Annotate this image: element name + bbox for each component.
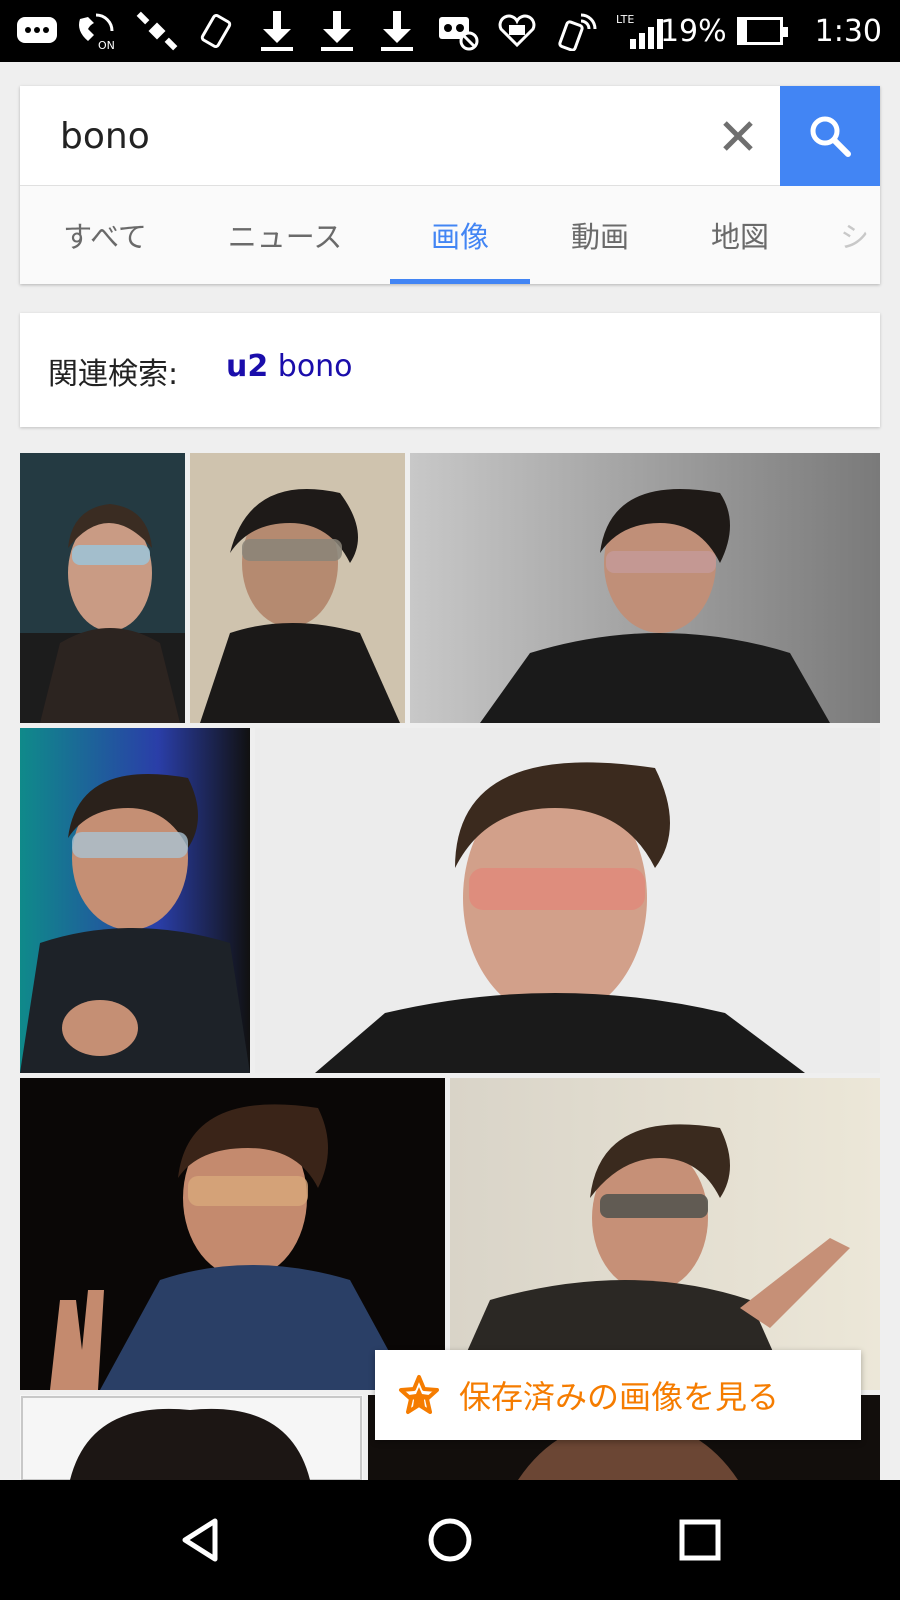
tab-news[interactable]: ニュース xyxy=(190,186,380,284)
related-search-rest: bono xyxy=(268,349,353,384)
heart-message-icon xyxy=(494,11,540,51)
satellite-icon xyxy=(134,11,180,51)
related-search-bold: u2 xyxy=(226,349,269,384)
image-result[interactable] xyxy=(20,728,250,1073)
star-icon xyxy=(399,1375,439,1414)
wifi-calling-on-icon: ON xyxy=(74,11,120,51)
back-icon xyxy=(182,1518,218,1562)
svg-text:ON: ON xyxy=(98,39,115,51)
battery-percent: 19% xyxy=(659,13,727,49)
home-icon xyxy=(428,1518,472,1562)
search-input[interactable] xyxy=(60,108,660,164)
image-result[interactable] xyxy=(20,453,185,723)
tab-more[interactable]: シ xyxy=(820,186,880,284)
back-button[interactable] xyxy=(170,1510,230,1570)
tab-maps[interactable]: 地図 xyxy=(670,186,810,284)
image-result[interactable] xyxy=(20,1395,363,1480)
image-result[interactable] xyxy=(20,1078,445,1390)
download-icon xyxy=(374,11,420,51)
search-icon xyxy=(810,116,851,157)
tab-videos[interactable]: 動画 xyxy=(530,186,670,284)
saved-images-button[interactable]: 保存済みの画像を見る xyxy=(375,1350,861,1440)
screen-rotate-icon xyxy=(194,11,240,51)
lte-label: LTE xyxy=(616,13,634,26)
image-result[interactable] xyxy=(450,1078,880,1390)
nfc-phone-icon xyxy=(554,11,600,51)
related-search-link[interactable]: u2 bono xyxy=(226,349,353,384)
download-icon xyxy=(254,11,300,51)
close-icon xyxy=(723,121,753,151)
message-icon xyxy=(14,11,60,51)
tab-images[interactable]: 画像 xyxy=(390,186,530,284)
recents-icon xyxy=(679,1519,721,1561)
search-tabs: すべて ニュース 画像 動画 地図 シ xyxy=(20,186,880,284)
clear-button[interactable] xyxy=(712,110,764,162)
home-button[interactable] xyxy=(420,1510,480,1570)
image-result[interactable] xyxy=(190,453,405,723)
image-result[interactable] xyxy=(255,728,880,1073)
search-bar xyxy=(20,86,880,186)
image-result[interactable] xyxy=(410,453,880,723)
navigation-bar xyxy=(0,1480,900,1600)
status-bar: ON LTE 19% 1:30 xyxy=(0,0,900,62)
related-searches-card: 関連検索: u2 bono xyxy=(20,313,880,427)
battery-icon xyxy=(736,17,788,45)
voicemail-blocked-icon xyxy=(434,11,480,51)
tab-all[interactable]: すべて xyxy=(20,186,190,284)
download-icon xyxy=(314,11,360,51)
search-button[interactable] xyxy=(780,86,880,186)
related-searches-label: 関連検索: xyxy=(48,357,179,392)
search-card: すべて ニュース 画像 動画 地図 シ xyxy=(20,86,880,284)
clock: 1:30 xyxy=(814,13,882,49)
saved-images-label: 保存済みの画像を見る xyxy=(459,1378,780,1416)
recents-button[interactable] xyxy=(670,1510,730,1570)
notification-icons: ON LTE xyxy=(14,6,670,56)
